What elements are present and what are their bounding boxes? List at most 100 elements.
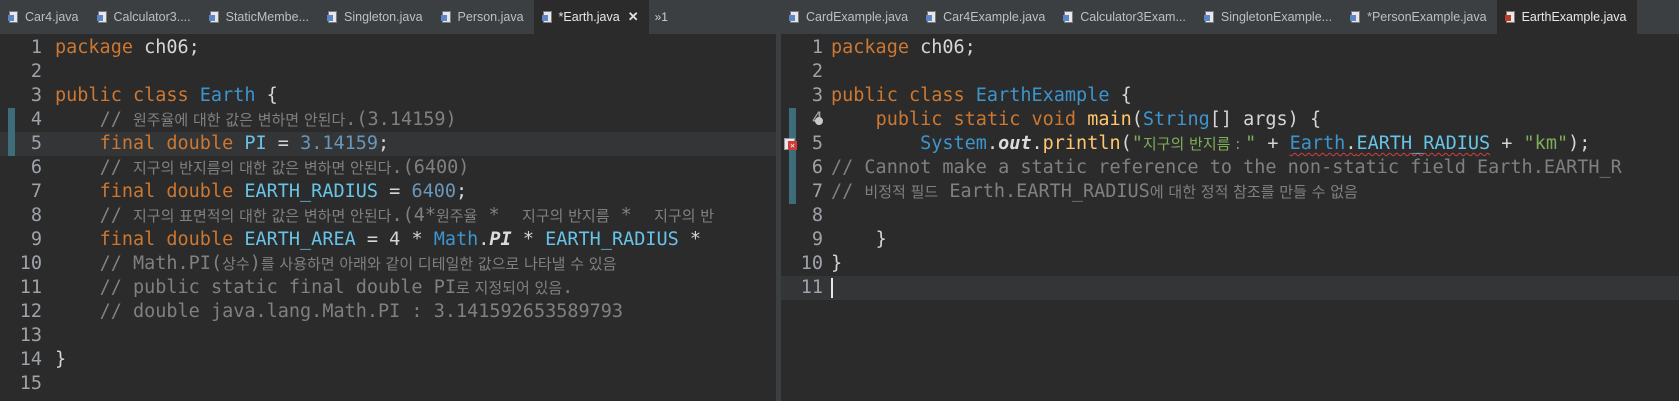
code-line: 3 public class Earth {: [0, 84, 776, 108]
code-line: 10 // Math.PI(상수)를 사용하면 아래와 같이 디테일한 값으로 …: [0, 252, 776, 276]
keyword: package: [55, 37, 133, 58]
tab-person[interactable]: Person.java: [433, 0, 534, 34]
tab-earth[interactable]: *Earth.java ✕: [533, 0, 649, 34]
line-number: 2: [30, 61, 42, 82]
class-name-error: Earth: [1289, 133, 1346, 154]
keyword: public class: [55, 85, 189, 106]
code-text: {: [1109, 85, 1132, 106]
tab-overflow-button[interactable]: »1: [649, 0, 674, 34]
field-name: EARTH_AREA: [244, 229, 356, 250]
line-number: 9: [811, 229, 823, 250]
code-text: }: [831, 253, 843, 274]
code-line: 2: [0, 60, 776, 84]
line-number: 4: [30, 109, 42, 130]
comment: *: [477, 205, 522, 226]
line-number: 7: [30, 181, 42, 202]
field-name-error: EARTH_RADIUS: [1356, 133, 1491, 154]
java-file-icon: [8, 10, 19, 24]
static-field: PI: [489, 229, 512, 250]
editor-tab-bar: Car4.java Calculator3.... StaticMembe... Si…: [0, 0, 776, 35]
line-number: 9: [30, 229, 42, 250]
code-line: 1 package ch06;: [781, 36, 1679, 60]
code-line: 4 public static void main(String[] args)…: [781, 108, 1679, 132]
line-number: 5: [30, 133, 42, 154]
fold-icon[interactable]: [815, 117, 823, 125]
java-file-icon: [541, 10, 553, 24]
tab-car4[interactable]: Car4.java: [0, 0, 89, 34]
code-line-current: 5 final double PI = 3.14159;: [0, 132, 776, 156]
comment: 지구의 반지름의 대한 값은 변하면 안된다: [132, 159, 392, 177]
class-name: Earth: [199, 85, 256, 106]
method-name: main: [1087, 109, 1132, 130]
tab-earth-example[interactable]: EarthExample.java: [1496, 0, 1637, 34]
comment: 지구의 반: [654, 207, 715, 225]
close-icon[interactable]: ✕: [628, 9, 639, 25]
string-literal: ": [1245, 133, 1257, 154]
tab-car4-example[interactable]: Car4Example.java: [918, 0, 1055, 34]
code-editor[interactable]: 1 package ch06; 2 3 public class EarthExam…: [781, 34, 1679, 401]
tab-person-example[interactable]: *PersonExample.java: [1342, 0, 1497, 34]
keyword: final double: [99, 229, 234, 250]
tab-label: *PersonExample.java: [1367, 10, 1487, 24]
code-line: 15: [0, 372, 776, 396]
code-line: 12 // double java.lang.Math.PI : 3.14159…: [0, 300, 776, 324]
tab-staticmember[interactable]: StaticMembe...: [201, 0, 319, 34]
code-line: 6 // 지구의 반지름의 대한 값은 변하면 안된다.(6400): [0, 156, 776, 180]
code-line: 3 public class EarthExample {: [781, 84, 1679, 108]
java-file-icon: [440, 10, 452, 24]
line-number: 1: [30, 37, 42, 58]
method-name: println: [1042, 133, 1121, 154]
tab-label: EarthExample.java: [1521, 10, 1627, 24]
editor-pane-earth-example: CardExample.java Car4Example.java Calculat…: [781, 0, 1679, 401]
field-name: PI: [244, 133, 267, 154]
comment: ): [249, 253, 261, 274]
comment: // double java.lang.Math.PI : 3.14159265…: [99, 301, 624, 322]
java-file-icon: [789, 10, 800, 24]
comment: //: [831, 181, 865, 202]
code-line: 7 // 비정적 필드 Earth.EARTH_RADIUS에 대한 정적 참조를…: [781, 180, 1679, 204]
code-text: ch06;: [908, 37, 976, 58]
number-literal: 6400: [411, 181, 456, 202]
code-line-current: 11: [781, 276, 1679, 300]
code-editor[interactable]: 1 package ch06; 2 3 public class Earth { 4…: [0, 34, 776, 401]
editor-tab-bar: CardExample.java Car4Example.java Calculat…: [781, 0, 1679, 35]
java-file-error-icon: [1504, 10, 1516, 24]
editor-pane-earth: Car4.java Calculator3.... StaticMembe... Si…: [0, 0, 776, 401]
line-number: 8: [811, 205, 823, 226]
comment: 로 지정되어 있음: [455, 279, 563, 297]
line-number: 1: [811, 37, 823, 58]
code-line: 2: [781, 60, 1679, 84]
comment: 원주율에 대한 값은 변하면 안된다: [132, 111, 346, 129]
keyword: final double: [99, 133, 234, 154]
line-number: 3: [30, 85, 42, 106]
comment: //: [99, 205, 133, 226]
line-number: 5: [811, 133, 823, 154]
tab-label: Car4Example.java: [943, 10, 1046, 24]
class-name: Math: [433, 229, 479, 250]
tab-singleton[interactable]: Singleton.java: [319, 0, 433, 34]
code-line-error: 5 System.out.println("지구의 반지름 : " + Eart…: [781, 132, 1679, 156]
line-number: 10: [19, 253, 42, 274]
code-text: }: [875, 229, 887, 250]
line-number: 11: [800, 277, 823, 298]
comment: *: [609, 205, 655, 226]
code-line: 8: [781, 204, 1679, 228]
tab-card-example[interactable]: CardExample.java: [781, 0, 918, 34]
line-number: 10: [800, 253, 823, 274]
line-number: 11: [19, 277, 42, 298]
comment: .(6400): [391, 157, 470, 178]
tab-calculator3-example[interactable]: Calculator3Exam...: [1055, 0, 1196, 34]
text-caret: [831, 278, 833, 298]
tab-label: Calculator3Exam...: [1080, 10, 1186, 24]
code-line: 9 }: [781, 228, 1679, 252]
code-line: 1 package ch06;: [0, 36, 776, 60]
comment: //: [99, 109, 133, 130]
tab-label: Singleton.java: [344, 10, 423, 24]
static-field: out: [998, 133, 1032, 154]
tab-singleton-example[interactable]: SingletonExample...: [1196, 0, 1342, 34]
code-line: 7 final double EARTH_RADIUS = 6400;: [0, 180, 776, 204]
tab-calculator3[interactable]: Calculator3....: [89, 0, 201, 34]
line-number: 13: [19, 325, 42, 346]
comment: Earth.EARTH_RADIUS: [938, 181, 1150, 202]
code-text: ch06;: [132, 37, 200, 58]
